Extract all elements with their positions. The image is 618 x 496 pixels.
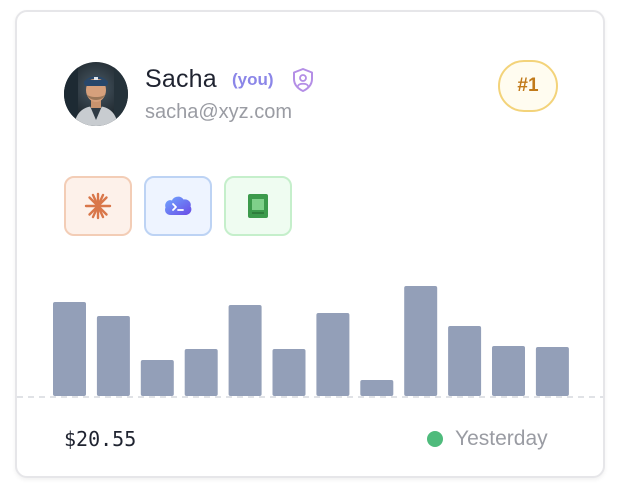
avatar[interactable] [64,62,128,126]
rank-badge: #1 [498,60,558,112]
status-text: Yesterday [455,427,548,450]
tool-claude-button[interactable] [64,176,132,236]
tool-sheets-button[interactable] [224,176,292,236]
terminal-cloud-icon [165,196,192,215]
sheets-icon [248,194,268,218]
user-avatar-icon [64,62,128,126]
tool-terminal-button[interactable] [144,176,212,236]
you-label: (you) [232,70,274,89]
user-email: sacha@xyz.com [145,101,293,123]
status-dot [427,431,443,447]
shield-user-icon [291,67,315,93]
claude-sparkle-icon [84,192,112,220]
spend-amount: $20.55 [64,427,137,451]
user-name: Sacha [145,65,217,93]
